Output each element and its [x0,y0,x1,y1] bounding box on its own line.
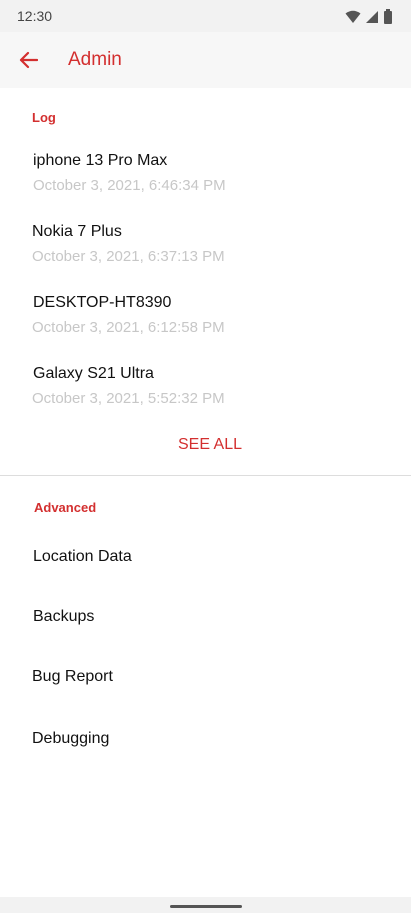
page-title: Admin [68,49,122,70]
system-nav-bar [0,897,411,913]
back-button[interactable] [14,48,42,72]
log-device-name: Galaxy S21 Ultra [33,365,154,382]
log-timestamp: October 3, 2021, 6:37:13 PM [32,248,225,265]
status-time: 12:30 [17,8,53,24]
log-device-name: DESKTOP-HT8390 [33,294,172,311]
status-icons [345,9,393,24]
section-divider [0,475,411,476]
see-all-button[interactable]: SEE ALL [0,436,411,454]
log-item[interactable]: DESKTOP-HT8390 October 3, 2021, 6:12:58 … [0,294,411,356]
menu-item-location-data[interactable]: Location Data [0,538,411,578]
signal-icon [366,10,378,23]
log-timestamp: October 3, 2021, 6:12:58 PM [32,319,225,336]
log-device-name: iphone 13 Pro Max [33,152,168,169]
home-gesture-handle[interactable] [170,905,242,908]
log-timestamp: October 3, 2021, 6:46:34 PM [33,177,226,194]
menu-item-label: Backups [33,608,95,625]
status-bar: 12:30 [0,0,411,32]
section-header-advanced: Advanced [34,500,97,515]
menu-item-backups[interactable]: Backups [0,598,411,638]
app-bar: Admin [0,32,411,88]
arrow-left-icon [19,51,38,69]
log-item[interactable]: Nokia 7 Plus October 3, 2021, 6:37:13 PM [0,223,411,285]
log-item[interactable]: iphone 13 Pro Max October 3, 2021, 6:46:… [0,152,411,214]
section-header-log: Log [32,110,56,125]
menu-item-debugging[interactable]: Debugging [0,720,411,760]
menu-item-label: Bug Report [32,668,113,685]
log-timestamp: October 3, 2021, 5:52:32 PM [32,390,225,407]
log-item[interactable]: Galaxy S21 Ultra October 3, 2021, 5:52:3… [0,365,411,427]
menu-item-label: Location Data [33,548,132,565]
menu-item-label: Debugging [32,730,110,747]
log-device-name: Nokia 7 Plus [32,223,122,240]
wifi-icon [345,10,361,23]
battery-icon [384,9,392,24]
menu-item-bug-report[interactable]: Bug Report [0,658,411,698]
